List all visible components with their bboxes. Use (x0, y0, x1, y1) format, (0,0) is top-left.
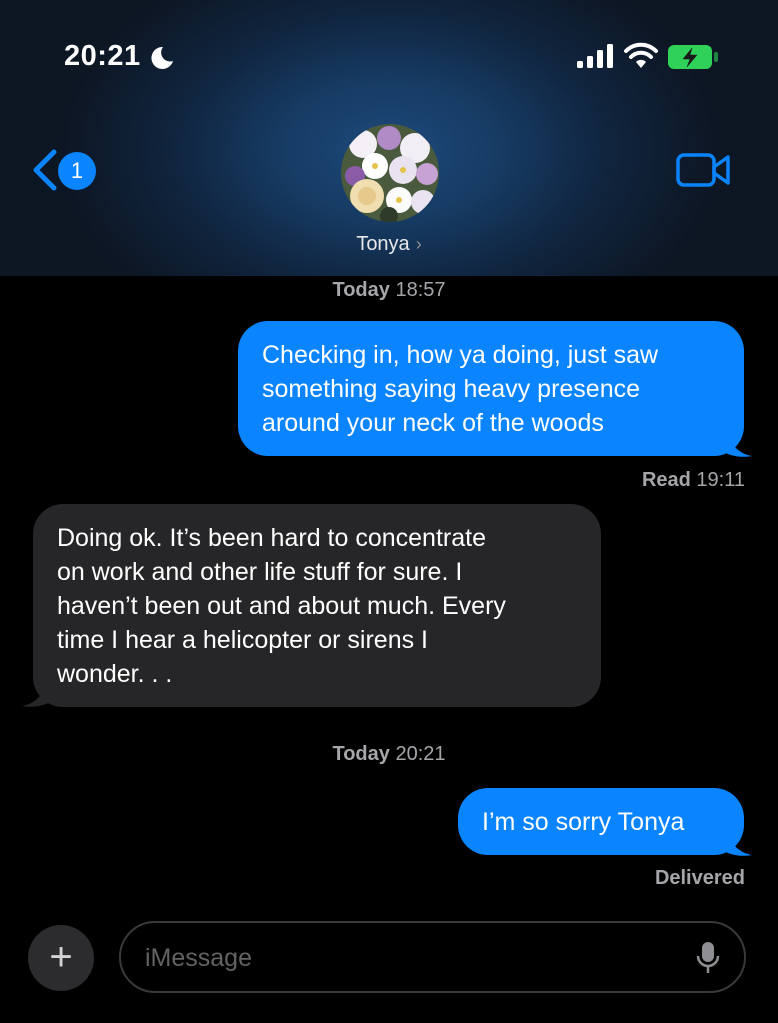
status-time: 20:21 (64, 40, 141, 72)
bottom-edge (0, 1019, 778, 1023)
flower-avatar-image (341, 124, 439, 222)
chevron-right-icon: › (415, 234, 422, 254)
signal-icon (577, 44, 613, 68)
thread-timestamp: Today 18:57 (332, 279, 446, 301)
contact-avatar[interactable] (341, 124, 439, 222)
bubble-tail (22, 676, 50, 707)
outgoing-message[interactable]: I’m so sorry Tonya (458, 788, 744, 855)
add-attachment-button[interactable]: + (28, 925, 94, 991)
thread-timestamp: Today 20:21 (332, 743, 446, 765)
unread-count-badge[interactable]: 1 (58, 152, 96, 190)
battery-charging-icon (668, 45, 718, 69)
read-receipt: Read 19:11 (641, 469, 745, 491)
message-input[interactable] (143, 923, 687, 993)
delivered-receipt: Delivered (654, 867, 745, 889)
conversation-header: 20:21 1 Tonya › (0, 0, 778, 276)
video-camera-icon[interactable] (676, 152, 732, 188)
contact-name[interactable]: Tonya › (0, 233, 778, 256)
moon-icon (151, 46, 173, 69)
incoming-message[interactable]: Doing ok. It’s been hard to concentrate … (33, 504, 601, 707)
chevron-left-icon (33, 149, 57, 191)
microphone-icon[interactable] (696, 941, 720, 975)
bubble-tail (724, 426, 752, 457)
wifi-icon (624, 42, 658, 68)
outgoing-message[interactable]: Checking in, how ya doing, just saw some… (238, 321, 744, 456)
plus-icon: + (49, 935, 73, 979)
bubble-tail (724, 825, 752, 856)
message-input-field[interactable] (119, 921, 746, 993)
